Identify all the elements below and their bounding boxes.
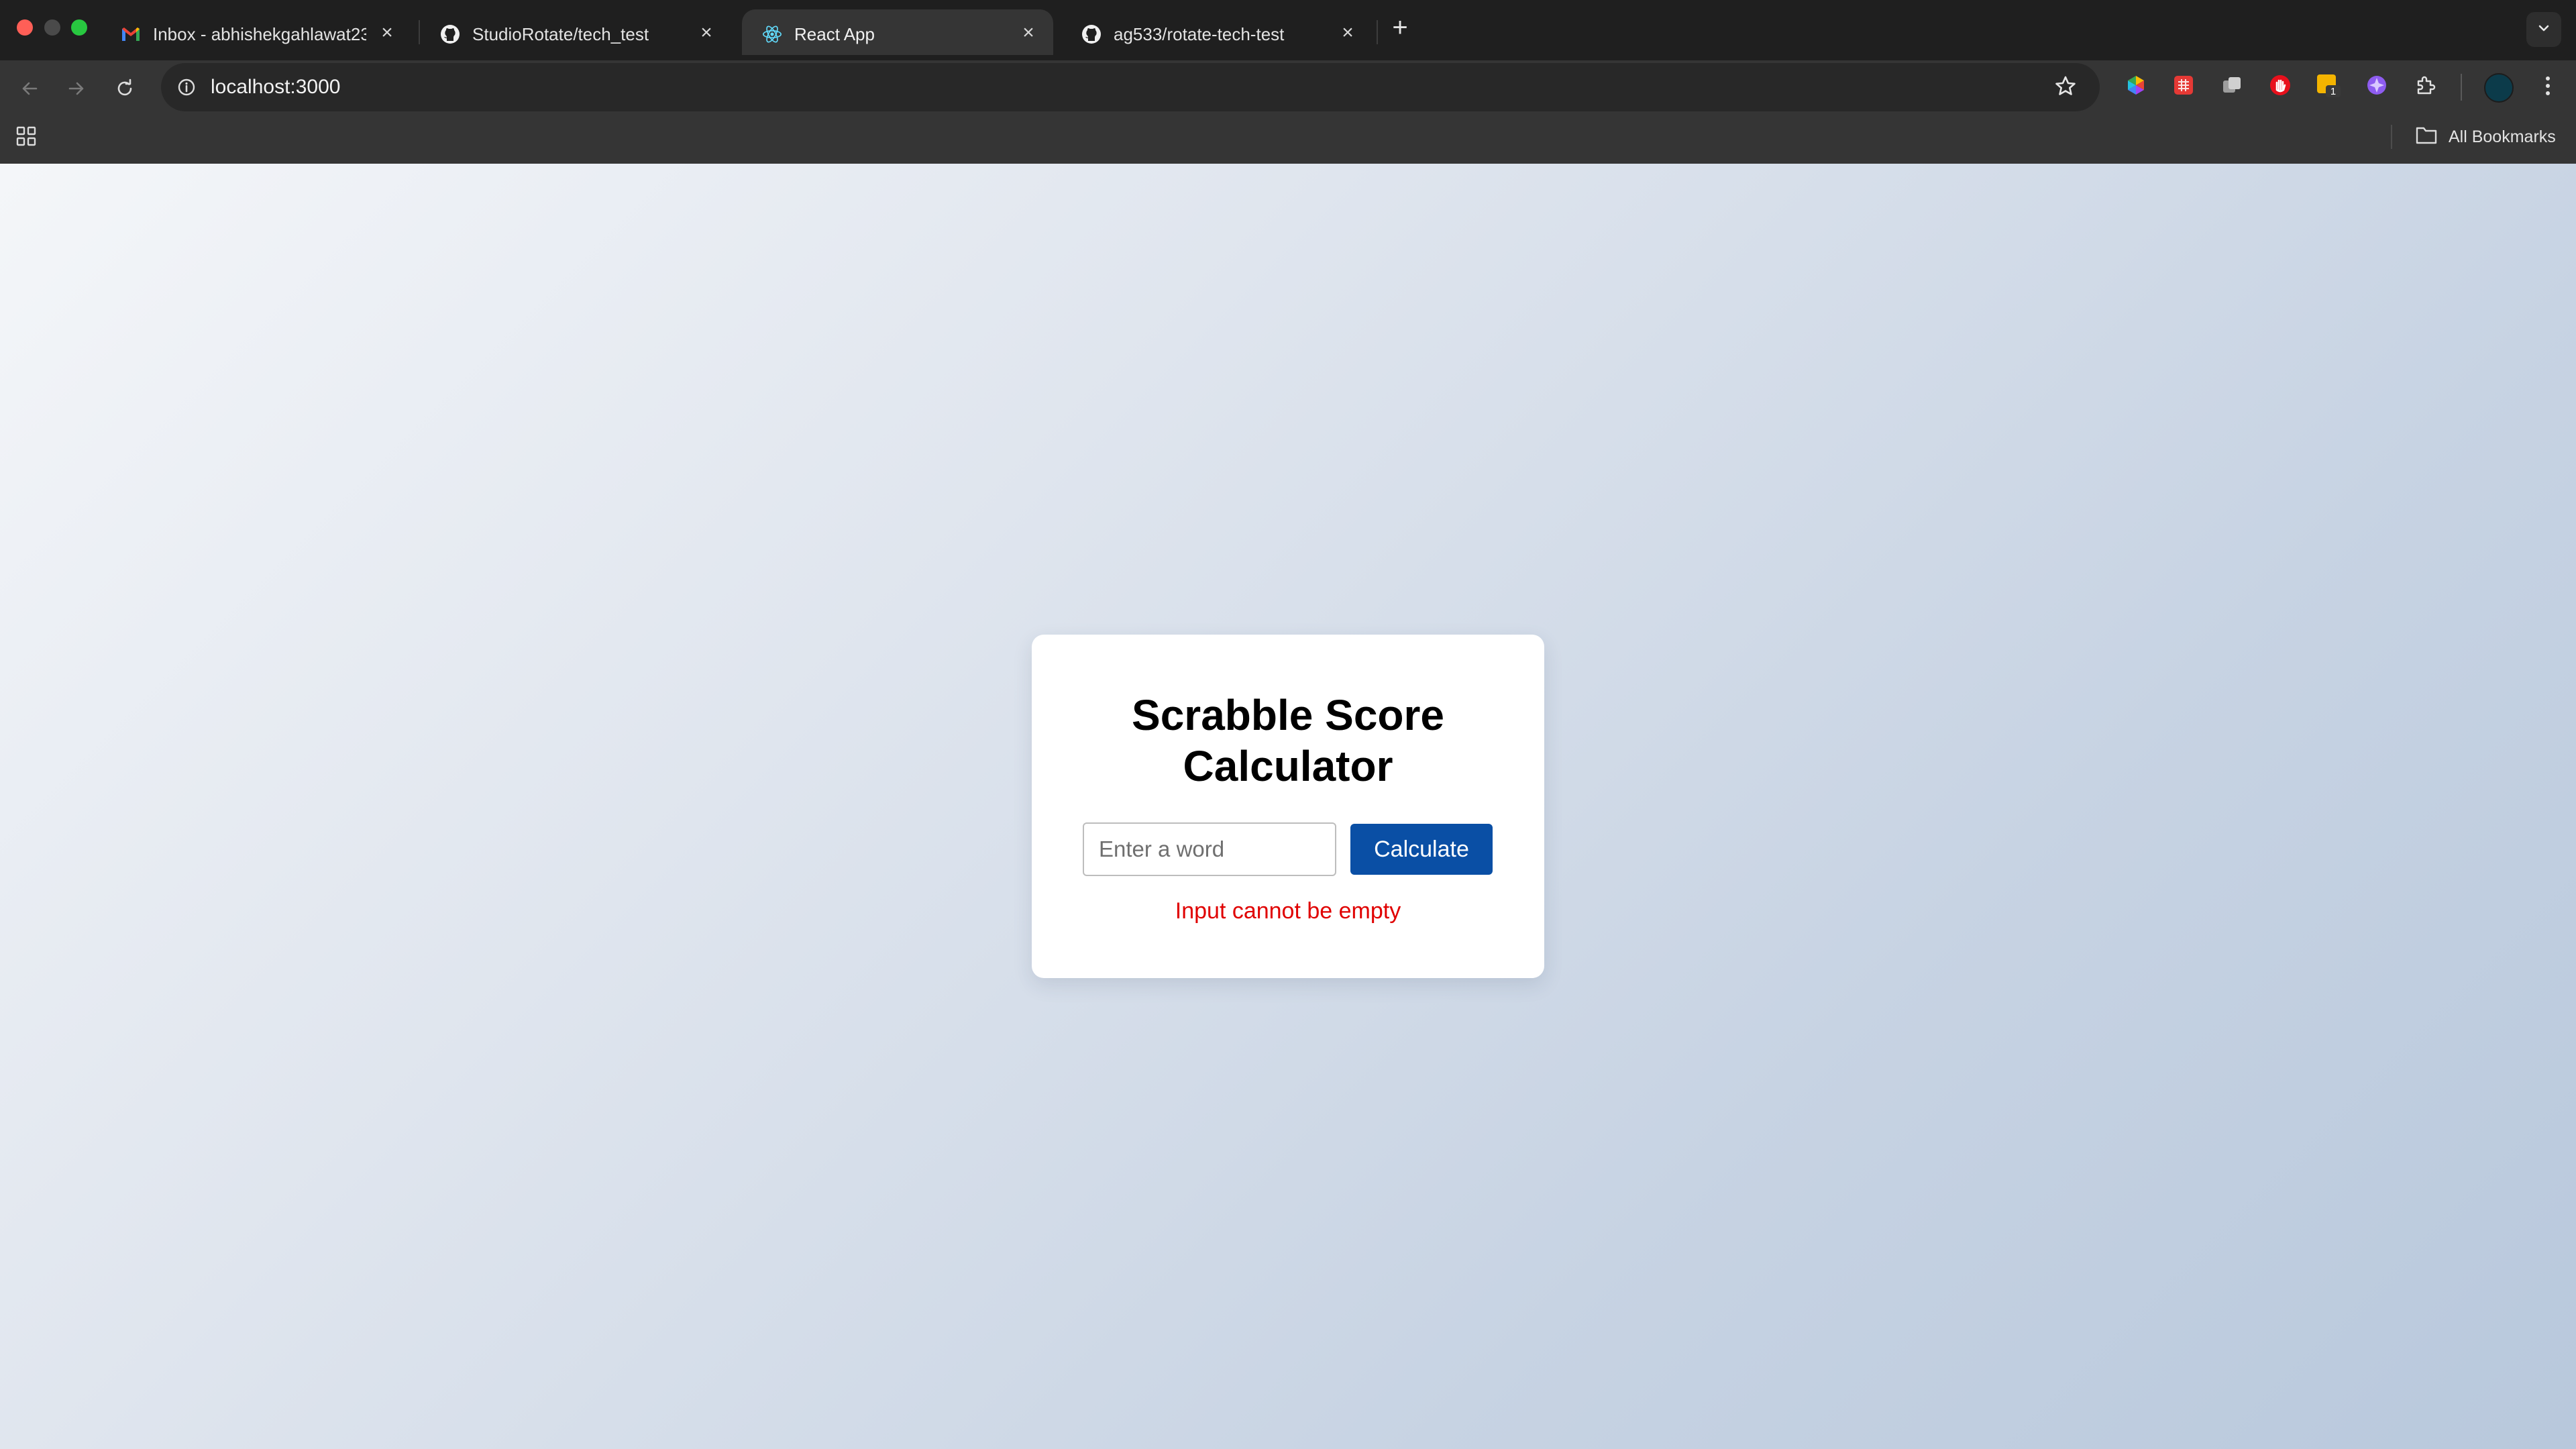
extension-gray-stack[interactable] [2217,72,2247,101]
extension-color-wheel[interactable] [2121,72,2151,101]
chevron-down-icon [2536,20,2552,40]
react-icon [762,24,782,44]
page-title: Scrabble Score Calculator [1132,691,1444,790]
reload-button[interactable] [110,75,140,105]
address-bar[interactable]: localhost:3000 [161,63,2100,111]
page-viewport: Scrabble Score Calculator Calculate Inpu… [0,164,2576,1449]
extensions-menu-button[interactable] [2411,72,2440,101]
tab-title: React App [794,24,875,44]
browser-window: Inbox - abhishekgahlawat232 × StudioRota… [0,0,2576,1449]
puzzle-icon [2414,73,2438,101]
all-bookmarks-label: All Bookmarks [2449,127,2556,146]
browser-menu-button[interactable] [2534,72,2561,102]
tab-title: ag533/rotate-tech-test [1114,24,1285,44]
reload-icon [114,78,136,103]
close-tab-icon[interactable]: × [1336,21,1359,44]
maximize-window-button[interactable] [71,19,87,36]
github-icon [1081,24,1102,44]
apps-grid-icon [15,126,38,150]
new-tab-button[interactable]: + [1386,13,1414,42]
red-extension-icon [2172,74,2195,100]
sticky-note-icon: 1 [2315,72,2342,102]
forward-button[interactable] [62,75,91,105]
tab-gmail-inbox[interactable]: Inbox - abhishekgahlawat232 × [101,9,412,55]
folder-icon [2415,125,2449,150]
gmail-icon [121,24,141,44]
tab-divider [1377,20,1378,44]
close-tab-icon[interactable]: × [695,21,718,44]
extension-red-box[interactable] [2169,72,2198,101]
extension-purple-sparkle[interactable] [2362,72,2392,101]
tab-title: Inbox - abhishekgahlawat232 [153,24,366,44]
all-bookmarks-button[interactable]: All Bookmarks [2415,123,2556,150]
calculate-button[interactable]: Calculate [1350,824,1493,875]
tab-strip: Inbox - abhishekgahlawat232 × StudioRota… [0,0,2576,60]
stack-icon [2220,74,2243,100]
arrow-right-icon [66,78,87,103]
color-wheel-icon [2125,74,2147,100]
tab-react-app[interactable]: React App × [742,9,1053,55]
calculator-card: Scrabble Score Calculator Calculate Inpu… [1032,635,1544,978]
close-window-button[interactable] [17,19,33,36]
close-tab-icon[interactable]: × [376,21,398,44]
bookmarks-divider [2391,125,2392,149]
browser-toolbar: localhost:3000 1 All Bookmarks [0,60,2576,172]
word-input[interactable] [1083,822,1336,876]
extension-yellow-note[interactable]: 1 [2314,72,2343,101]
arrow-left-icon [19,78,40,103]
tab-studiorotate-tech-test[interactable]: StudioRotate/tech_test × [420,9,731,55]
address-url: localhost:3000 [211,76,341,98]
tab-ag533-rotate-tech-test[interactable]: ag533/rotate-tech-test × [1061,9,1373,55]
kebab-menu-icon [2544,74,2551,101]
profile-avatar[interactable] [2484,73,2514,103]
back-button[interactable] [15,75,44,105]
sparkle-icon [2365,74,2388,100]
error-message: Input cannot be empty [1175,898,1401,924]
extension-badge: 1 [2330,86,2336,97]
github-icon [440,24,460,44]
bookmark-star-icon[interactable] [2051,72,2080,101]
apps-grid-button[interactable] [15,125,38,148]
extension-red-hand[interactable] [2265,72,2295,101]
tab-title: StudioRotate/tech_test [472,24,649,44]
site-info-icon[interactable] [176,76,197,98]
toolbar-divider [2461,74,2462,101]
close-tab-icon[interactable]: × [1017,21,1040,44]
tab-search-button[interactable] [2526,12,2561,47]
minimize-window-button[interactable] [44,19,60,36]
stop-hand-icon [2269,74,2292,100]
